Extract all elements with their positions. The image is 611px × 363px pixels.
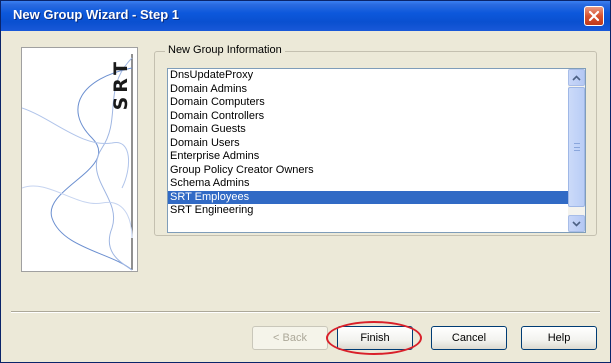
group-info-legend: New Group Information xyxy=(165,44,285,56)
chevron-up-icon xyxy=(572,74,581,81)
list-item[interactable]: Domain Controllers xyxy=(168,110,568,124)
new-group-wizard-window: New Group Wizard - Step 1 SRT New Group … xyxy=(0,0,611,363)
close-icon xyxy=(588,10,600,22)
chevron-down-icon xyxy=(572,220,581,227)
list-item[interactable]: Schema Admins xyxy=(168,177,568,191)
list-item[interactable]: Domain Guests xyxy=(168,123,568,137)
scroll-up-button[interactable] xyxy=(568,69,585,86)
scroll-thumb[interactable] xyxy=(568,87,585,207)
cancel-button[interactable]: Cancel xyxy=(431,326,507,350)
close-button[interactable] xyxy=(584,6,604,26)
vertical-scrollbar[interactable] xyxy=(568,69,585,232)
scroll-down-button[interactable] xyxy=(568,215,585,232)
help-button[interactable]: Help xyxy=(521,326,597,350)
window-title: New Group Wizard - Step 1 xyxy=(13,7,180,22)
group-info-fieldset: New Group Information DnsUpdateProxy Doma… xyxy=(154,44,597,236)
list-item[interactable]: SRT Employees xyxy=(168,190,568,204)
wizard-side-graphic: SRT xyxy=(21,47,138,272)
list-item[interactable]: Domain Admins xyxy=(168,83,568,97)
finish-button[interactable]: Finish xyxy=(337,326,413,350)
back-button[interactable]: < Back xyxy=(252,326,328,350)
list-item[interactable]: DnsUpdateProxy xyxy=(168,69,568,83)
list-item[interactable]: SRT Engineering xyxy=(168,204,568,218)
srt-logo: SRT xyxy=(110,58,132,111)
title-bar[interactable]: New Group Wizard - Step 1 xyxy=(1,1,610,31)
group-list: DnsUpdateProxy Domain Admins Domain Comput… xyxy=(168,69,568,218)
list-item[interactable]: Enterprise Admins xyxy=(168,150,568,164)
list-item[interactable]: Domain Users xyxy=(168,137,568,151)
list-item[interactable]: Domain Computers xyxy=(168,96,568,110)
button-separator xyxy=(11,311,600,313)
list-item[interactable]: Group Policy Creator Owners xyxy=(168,164,568,178)
group-listbox[interactable]: DnsUpdateProxy Domain Admins Domain Comput… xyxy=(167,68,586,233)
scroll-grip-icon xyxy=(574,143,580,151)
